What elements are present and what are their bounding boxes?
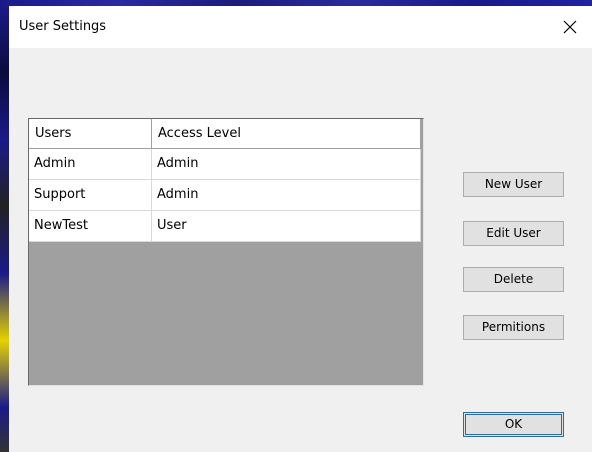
close-icon bbox=[563, 20, 577, 34]
column-header-users[interactable]: Users bbox=[29, 119, 152, 149]
cell-user[interactable]: NewTest bbox=[29, 211, 152, 242]
permissions-button[interactable]: Permitions bbox=[463, 315, 564, 340]
table-row[interactable]: Support Admin bbox=[29, 180, 421, 211]
users-grid[interactable]: Users Access Level Admin Admin Support A… bbox=[28, 118, 424, 386]
user-settings-dialog: User Settings Users Access Level Admin A… bbox=[9, 6, 592, 452]
ok-button[interactable]: OK bbox=[463, 412, 564, 437]
table-row[interactable]: NewTest User bbox=[29, 211, 421, 242]
cell-user[interactable]: Admin bbox=[29, 149, 152, 180]
title-bar: User Settings bbox=[9, 6, 592, 48]
grid-header: Users Access Level bbox=[29, 119, 421, 149]
cell-access-level[interactable]: User bbox=[152, 211, 421, 242]
close-button[interactable] bbox=[548, 6, 592, 48]
dialog-title: User Settings bbox=[19, 19, 107, 34]
table-row[interactable]: Admin Admin bbox=[29, 149, 421, 180]
cell-user[interactable]: Support bbox=[29, 180, 152, 211]
new-user-button[interactable]: New User bbox=[463, 172, 564, 197]
delete-button[interactable]: Delete bbox=[463, 267, 564, 292]
cell-access-level[interactable]: Admin bbox=[152, 149, 421, 180]
cell-access-level[interactable]: Admin bbox=[152, 180, 421, 211]
background-strip-left bbox=[0, 6, 9, 452]
edit-user-button[interactable]: Edit User bbox=[463, 221, 564, 246]
column-header-access-level[interactable]: Access Level bbox=[152, 119, 421, 149]
